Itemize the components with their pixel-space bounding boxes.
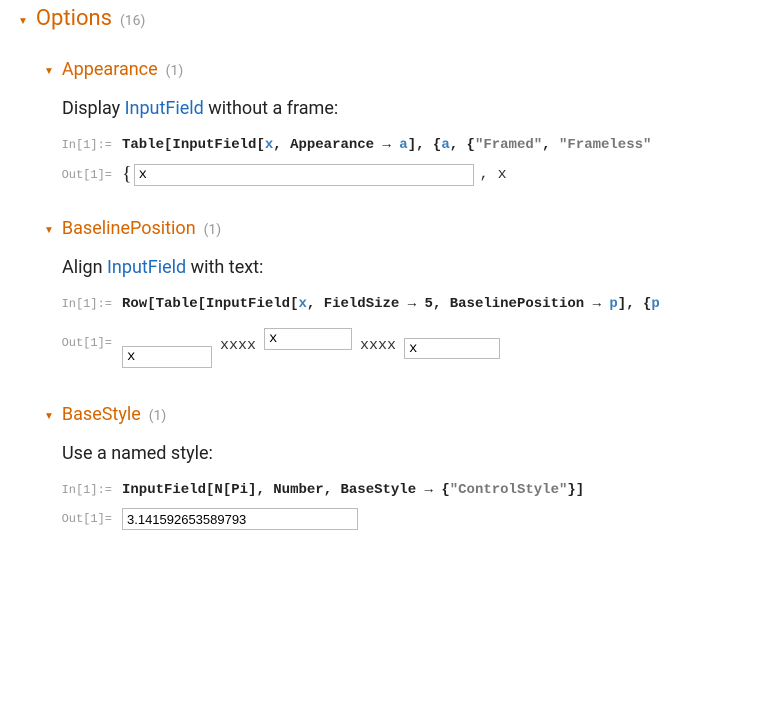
brace-open: { <box>122 163 134 186</box>
chevron-down-icon: ▼ <box>44 226 54 236</box>
appearance-subsection: ▼ Appearance (1) Display InputField with… <box>18 59 778 186</box>
framed-input-field[interactable] <box>134 164 474 186</box>
basestyle-title: BaseStyle <box>62 404 141 425</box>
baseline-field-center[interactable] <box>264 328 352 350</box>
text-separator: xxxx <box>212 338 264 353</box>
baseline-field-bottom[interactable] <box>122 346 212 368</box>
in-label: In[1]:= <box>60 138 122 152</box>
baseline-output-row: Out[1]= xxxx xxxx <box>60 322 778 372</box>
options-title: Options <box>36 6 112 31</box>
baseline-header[interactable]: ▼ BaselinePosition (1) <box>44 218 778 239</box>
baseline-input-row: In[1]:= Row[Table[InputField[x, FieldSiz… <box>60 296 778 312</box>
baseline-code[interactable]: Row[Table[InputField[x, FieldSize → 5, B… <box>122 296 660 312</box>
inputfield-link[interactable]: InputField <box>125 98 204 119</box>
basestyle-output-field[interactable] <box>122 508 358 530</box>
chevron-down-icon: ▼ <box>44 412 54 422</box>
appearance-input-row: In[1]:= Table[InputField[x, Appearance →… <box>60 137 778 153</box>
appearance-output-row: Out[1]= { , x <box>60 163 778 186</box>
basestyle-count: (1) <box>149 408 167 424</box>
text-separator: xxxx <box>352 338 404 353</box>
appearance-code[interactable]: Table[InputField[x, Appearance → a], {a,… <box>122 137 651 153</box>
options-count: (16) <box>120 13 145 29</box>
basestyle-input-row: In[1]:= InputField[N[Pi], Number, BaseSt… <box>60 482 778 498</box>
in-label: In[1]:= <box>60 297 122 311</box>
basestyle-code[interactable]: InputField[N[Pi], Number, BaseStyle → {"… <box>122 482 584 498</box>
baseline-field-top[interactable] <box>404 338 500 359</box>
basestyle-description: Use a named style: <box>62 443 778 464</box>
appearance-header[interactable]: ▼ Appearance (1) <box>44 59 778 80</box>
out-label: Out[1]= <box>60 336 122 350</box>
in-label: In[1]:= <box>60 483 122 497</box>
baseline-title: BaselinePosition <box>62 218 196 239</box>
appearance-description: Display InputField without a frame: <box>62 98 778 119</box>
options-header[interactable]: ▼ Options (16) <box>18 0 778 31</box>
chevron-down-icon: ▼ <box>18 17 28 27</box>
basestyle-header[interactable]: ▼ BaseStyle (1) <box>44 404 778 425</box>
frameless-output: , x <box>474 166 507 183</box>
baseline-subsection: ▼ BaselinePosition (1) Align InputField … <box>18 218 778 372</box>
inputfield-link[interactable]: InputField <box>107 257 186 278</box>
baseline-count: (1) <box>204 222 222 238</box>
chevron-down-icon: ▼ <box>44 67 54 77</box>
basestyle-subsection: ▼ BaseStyle (1) Use a named style: In[1]… <box>18 404 778 530</box>
baseline-description: Align InputField with text: <box>62 257 778 278</box>
appearance-title: Appearance <box>62 59 158 80</box>
appearance-count: (1) <box>166 63 184 79</box>
out-label: Out[1]= <box>60 168 122 182</box>
out-label: Out[1]= <box>60 512 122 526</box>
basestyle-output-row: Out[1]= <box>60 508 778 530</box>
